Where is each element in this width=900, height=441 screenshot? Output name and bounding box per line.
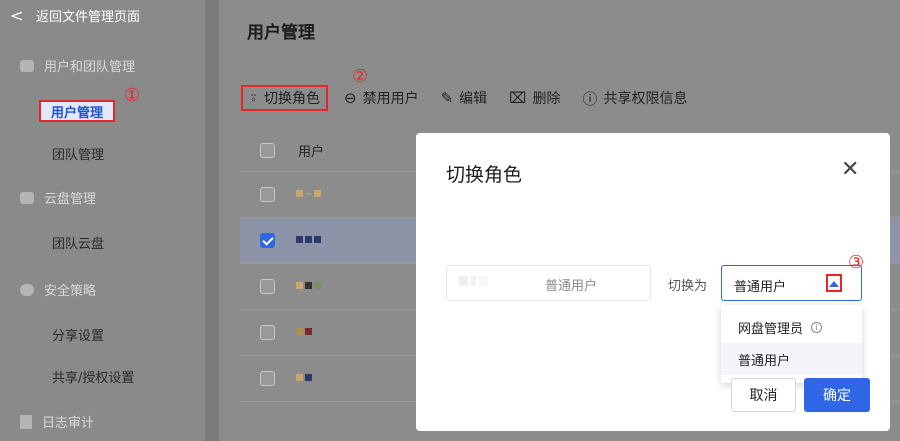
sidebar-item-label: 分享设置 — [52, 329, 105, 344]
redacted-username — [296, 374, 312, 381]
sidebar-group-log-audit[interactable]: 日志审计 — [20, 412, 94, 431]
sidebar-item-label: 共享/授权设置 — [52, 371, 135, 386]
shield-icon — [20, 283, 34, 296]
delete-label: 删除 — [532, 91, 561, 107]
share-info-label: 共享权限信息 — [603, 91, 688, 107]
role-select-value: 普通用户 — [734, 280, 787, 295]
option-label: 普通用户 — [738, 353, 791, 369]
annotation-marker-1: ① — [124, 85, 141, 106]
dialog-title: 切换角色 — [446, 164, 523, 186]
row-checkbox[interactable] — [260, 187, 275, 202]
switch-role-dialog: 切换角色 ✕ 普通用户 切换为 普通用户 ③ 网盘管理员 i 普通用户 取消 确… — [416, 133, 890, 431]
sidebar-item-label: 团队云盘 — [52, 237, 105, 252]
sidebar: < 返回文件管理页面 用户和团队管理 用户管理 ① 团队管理 云盘管理 团队云盘… — [0, 0, 205, 441]
edit-label: 编辑 — [459, 91, 488, 107]
redacted-username — [296, 328, 312, 335]
confirm-button[interactable]: 确定 — [804, 378, 870, 412]
select-all-checkbox[interactable] — [260, 143, 275, 158]
row-checkbox[interactable] — [260, 279, 275, 294]
option-label: 网盘管理员 — [738, 321, 804, 337]
sidebar-group-label: 日志审计 — [42, 416, 95, 431]
info-icon[interactable]: i — [811, 321, 823, 333]
redacted-username — [296, 190, 321, 197]
switch-role-label: 切换角色 — [264, 91, 321, 107]
back-to-files-link[interactable]: < 返回文件管理页面 — [10, 6, 140, 25]
disable-user-button[interactable]: ⊖ 禁用用户 — [344, 88, 419, 108]
toolbar: ⍤ 切换角色 ⊖ 禁用用户 ✎ 编辑 ⌧ 删除 ⓘ 共享权限信息 — [241, 85, 709, 111]
trash-icon: ⌧ — [509, 89, 527, 107]
role-option-regular-user[interactable]: 普通用户 — [721, 343, 862, 375]
annotation-marker-3: ③ — [848, 252, 865, 273]
current-role-text: 普通用户 — [545, 279, 598, 294]
close-icon[interactable]: ✕ — [841, 157, 859, 182]
sidebar-item-user-management[interactable]: 用户管理 — [39, 100, 116, 122]
sidebar-group-user-team[interactable]: 用户和团队管理 — [20, 56, 135, 75]
minus-circle-icon: ⊖ — [344, 89, 357, 107]
sidebar-item-team-cloud-disk[interactable]: 团队云盘 — [52, 233, 104, 252]
sidebar-group-label: 云盘管理 — [44, 192, 97, 207]
role-select[interactable]: 普通用户 — [721, 265, 862, 301]
user-switch-icon: ⍤ — [249, 89, 259, 107]
current-role-field: 普通用户 — [446, 265, 651, 301]
disable-user-label: 禁用用户 — [362, 91, 419, 107]
role-dropdown: 网盘管理员 i 普通用户 — [721, 305, 862, 383]
edit-button[interactable]: ✎ 编辑 — [441, 88, 488, 108]
sidebar-group-cloud-disk[interactable]: 云盘管理 — [20, 188, 96, 207]
caret-up-icon[interactable] — [829, 281, 839, 287]
sidebar-item-team-management[interactable]: 团队管理 — [52, 144, 104, 163]
sidebar-group-label: 用户和团队管理 — [44, 60, 136, 75]
column-header-user: 用户 — [298, 145, 325, 160]
row-checkbox[interactable] — [260, 371, 275, 386]
sidebar-item-share-settings[interactable]: 分享设置 — [52, 325, 104, 344]
sidebar-group-label: 安全策略 — [44, 284, 97, 299]
document-icon — [20, 414, 32, 429]
redacted-username — [296, 282, 321, 289]
chevron-left-icon: < — [10, 6, 24, 25]
back-label: 返回文件管理页面 — [36, 10, 141, 25]
pencil-icon: ✎ — [440, 89, 454, 107]
sidebar-item-label: 团队管理 — [52, 148, 105, 163]
users-icon — [20, 59, 34, 72]
redacted-username — [296, 236, 321, 243]
cancel-button[interactable]: 取消 — [731, 378, 796, 412]
page-title: 用户管理 — [247, 23, 315, 43]
sidebar-scrollbar[interactable] — [205, 0, 219, 441]
share-permission-info-button[interactable]: ⓘ 共享权限信息 — [582, 88, 687, 109]
role-option-drive-admin[interactable]: 网盘管理员 i — [721, 311, 862, 343]
switch-to-label: 切换为 — [668, 279, 708, 294]
row-checkbox[interactable] — [260, 233, 275, 248]
delete-button[interactable]: ⌧ 删除 — [509, 88, 560, 108]
sidebar-item-label: 用户管理 — [51, 105, 104, 121]
info-icon: ⓘ — [582, 89, 598, 108]
sidebar-group-security-policy[interactable]: 安全策略 — [20, 280, 96, 299]
sidebar-item-share-auth-settings[interactable]: 共享/授权设置 — [52, 367, 134, 386]
annotation-marker-2: ② — [352, 66, 369, 87]
row-checkbox[interactable] — [260, 325, 275, 340]
switch-role-button[interactable]: ⍤ 切换角色 — [241, 85, 329, 111]
disk-icon — [20, 191, 34, 204]
redacted-user-avatar — [459, 276, 499, 290]
